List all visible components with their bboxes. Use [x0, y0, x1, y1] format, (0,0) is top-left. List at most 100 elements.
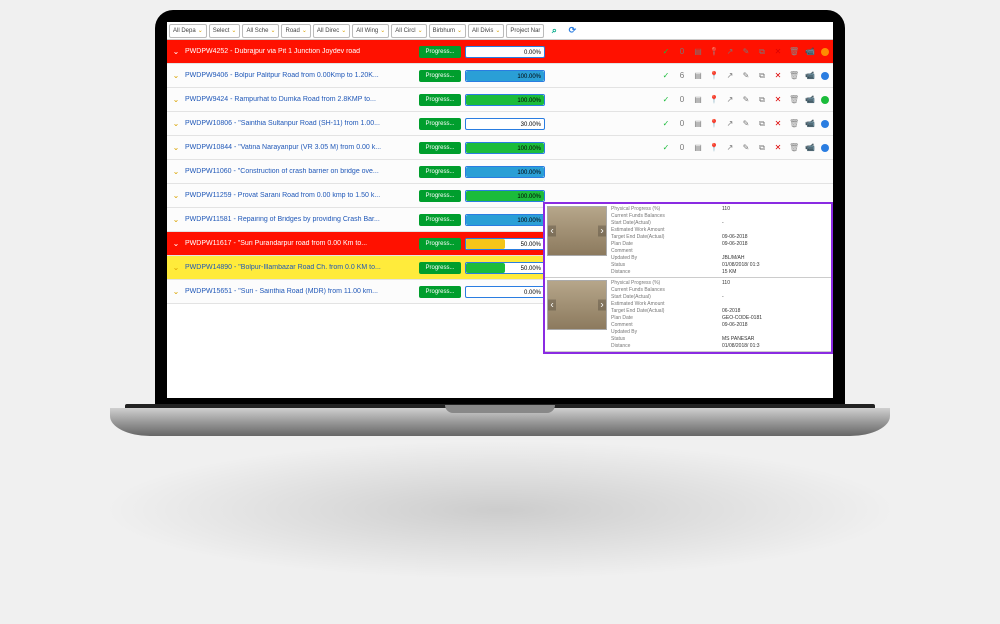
pin-icon[interactable]: 📍 [709, 119, 719, 129]
progress-button[interactable]: Progress... [419, 286, 461, 298]
filter-road[interactable]: Road⌄ [281, 24, 310, 38]
expand-icon[interactable]: ⌄ [171, 47, 181, 56]
expand-icon[interactable]: ⌄ [171, 119, 181, 128]
camera-icon[interactable]: 📹 [805, 143, 815, 153]
share-icon[interactable]: ↗ [725, 95, 735, 105]
project-link[interactable]: PWDPW11617 - "Suri Purandarpur road from… [185, 240, 415, 247]
trash-icon[interactable]: 🗑 [789, 71, 799, 81]
trash-icon[interactable]: 🗑 [789, 119, 799, 129]
project-link[interactable]: PWDPW11259 - Provat Sarani Road from 0.0… [185, 192, 415, 199]
expand-icon[interactable]: ⌄ [171, 263, 181, 272]
share-icon[interactable]: ↗ [725, 47, 735, 57]
edit-icon[interactable]: ✎ [741, 71, 751, 81]
expand-icon[interactable]: ⌄ [171, 287, 181, 296]
close-icon[interactable]: ✕ [773, 95, 783, 105]
thumbnail-image[interactable] [547, 280, 607, 330]
pin-icon[interactable]: 📍 [709, 47, 719, 57]
copy-icon[interactable]: ⧉ [757, 143, 767, 153]
close-icon[interactable]: ✕ [773, 119, 783, 129]
meta-key: Target End Date(Actual) [611, 308, 718, 314]
share-icon[interactable]: ↗ [725, 143, 735, 153]
check-icon[interactable]: ✓ [661, 71, 671, 81]
filter-sche[interactable]: All Sche⌄ [242, 24, 279, 38]
copy-icon[interactable]: ⧉ [757, 95, 767, 105]
pin-icon[interactable]: 📍 [709, 95, 719, 105]
project-link[interactable]: PWDPW14890 - "Bolpur-Illambazar Road Ch.… [185, 264, 415, 271]
progress-button[interactable]: Progress... [419, 142, 461, 154]
filter-district[interactable]: Birbhum⌄ [429, 24, 466, 38]
filter-circl[interactable]: All Circl⌄ [391, 24, 426, 38]
edit-icon[interactable]: ✎ [741, 95, 751, 105]
status-dot [821, 96, 829, 104]
project-link[interactable]: PWDPW10806 - "Sainthia Sultanpur Road (S… [185, 120, 415, 127]
project-link[interactable]: PWDPW10844 - "Vatina Narayanpur (VR 3.05… [185, 144, 415, 151]
doc-icon[interactable]: ▤ [693, 95, 703, 105]
check-icon[interactable]: ✓ [661, 143, 671, 153]
edit-icon[interactable]: ✎ [741, 47, 751, 57]
camera-icon[interactable]: 📹 [805, 47, 815, 57]
expand-icon[interactable]: ⌄ [171, 71, 181, 80]
edit-icon[interactable]: ✎ [741, 143, 751, 153]
progress-button[interactable]: Progress... [419, 46, 461, 58]
meta-value [722, 213, 829, 219]
filter-direc[interactable]: All Direc⌄ [313, 24, 350, 38]
doc-icon[interactable]: ▤ [693, 47, 703, 57]
refresh-icon[interactable]: ⟳ [564, 24, 580, 38]
pin-icon[interactable]: 📍 [709, 71, 719, 81]
expand-icon[interactable]: ⌄ [171, 167, 181, 176]
expand-icon[interactable]: ⌄ [171, 95, 181, 104]
share-icon[interactable]: ↗ [725, 71, 735, 81]
progress-button[interactable]: Progress... [419, 94, 461, 106]
progress-percent: 100.00% [517, 191, 541, 203]
check-icon[interactable]: ✓ [661, 47, 671, 57]
close-icon[interactable]: ✕ [773, 71, 783, 81]
copy-icon[interactable]: ⧉ [757, 71, 767, 81]
meta-value: 15 KM [722, 269, 829, 275]
thumbnail-image[interactable] [547, 206, 607, 256]
filter-wing[interactable]: All Wing⌄ [352, 24, 389, 38]
project-link[interactable]: PWDPW9406 - Bolpur Palitpur Road from 0.… [185, 72, 415, 79]
search-icon[interactable]: ⌕ [546, 24, 562, 38]
progress-button[interactable]: Progress... [419, 262, 461, 274]
progress-button[interactable]: Progress... [419, 166, 461, 178]
trash-icon[interactable]: 🗑 [789, 47, 799, 57]
status-dot [821, 72, 829, 80]
expand-icon[interactable]: ⌄ [171, 143, 181, 152]
pin-icon[interactable]: 📍 [709, 143, 719, 153]
camera-icon[interactable]: 📹 [805, 71, 815, 81]
filter-project[interactable]: Project Nar [506, 24, 544, 38]
project-link[interactable]: PWDPW9424 - Rampurhat to Dumka Road from… [185, 96, 415, 103]
copy-icon[interactable]: ⧉ [757, 47, 767, 57]
trash-icon[interactable]: 🗑 [789, 143, 799, 153]
filter-divis[interactable]: All Divis⌄ [468, 24, 504, 38]
project-link[interactable]: PWDPW11060 - "Construction of crash barr… [185, 168, 415, 175]
project-link[interactable]: PWDPW15651 - "Suri - Sainthia Road (MDR)… [185, 288, 415, 295]
filter-select[interactable]: Select⌄ [209, 24, 241, 38]
project-link[interactable]: PWDPW4252 - Dubrajpur via Pit 1 Junction… [185, 48, 415, 55]
check-icon[interactable]: ✓ [661, 95, 671, 105]
camera-icon[interactable]: 📹 [805, 95, 815, 105]
project-row: ⌄ PWDPW11060 - "Construction of crash bar… [167, 160, 833, 184]
doc-icon[interactable]: ▤ [693, 143, 703, 153]
check-icon[interactable]: ✓ [661, 119, 671, 129]
trash-icon[interactable]: 🗑 [789, 95, 799, 105]
close-icon[interactable]: ✕ [773, 47, 783, 57]
progress-button[interactable]: Progress... [419, 238, 461, 250]
camera-icon[interactable]: 📹 [805, 119, 815, 129]
project-link[interactable]: PWDPW11581 - Repairing of Bridges by pro… [185, 216, 415, 223]
doc-icon[interactable]: ▤ [693, 119, 703, 129]
progress-button[interactable]: Progress... [419, 214, 461, 226]
expand-icon[interactable]: ⌄ [171, 215, 181, 224]
progress-button[interactable]: Progress... [419, 118, 461, 130]
close-icon[interactable]: ✕ [773, 143, 783, 153]
filter-depa[interactable]: All Depa⌄ [169, 24, 207, 38]
meta-value [722, 227, 829, 233]
progress-button[interactable]: Progress... [419, 70, 461, 82]
doc-icon[interactable]: ▤ [693, 71, 703, 81]
share-icon[interactable]: ↗ [725, 119, 735, 129]
expand-icon[interactable]: ⌄ [171, 191, 181, 200]
copy-icon[interactable]: ⧉ [757, 119, 767, 129]
expand-icon[interactable]: ⌄ [171, 239, 181, 248]
edit-icon[interactable]: ✎ [741, 119, 751, 129]
progress-button[interactable]: Progress... [419, 190, 461, 202]
